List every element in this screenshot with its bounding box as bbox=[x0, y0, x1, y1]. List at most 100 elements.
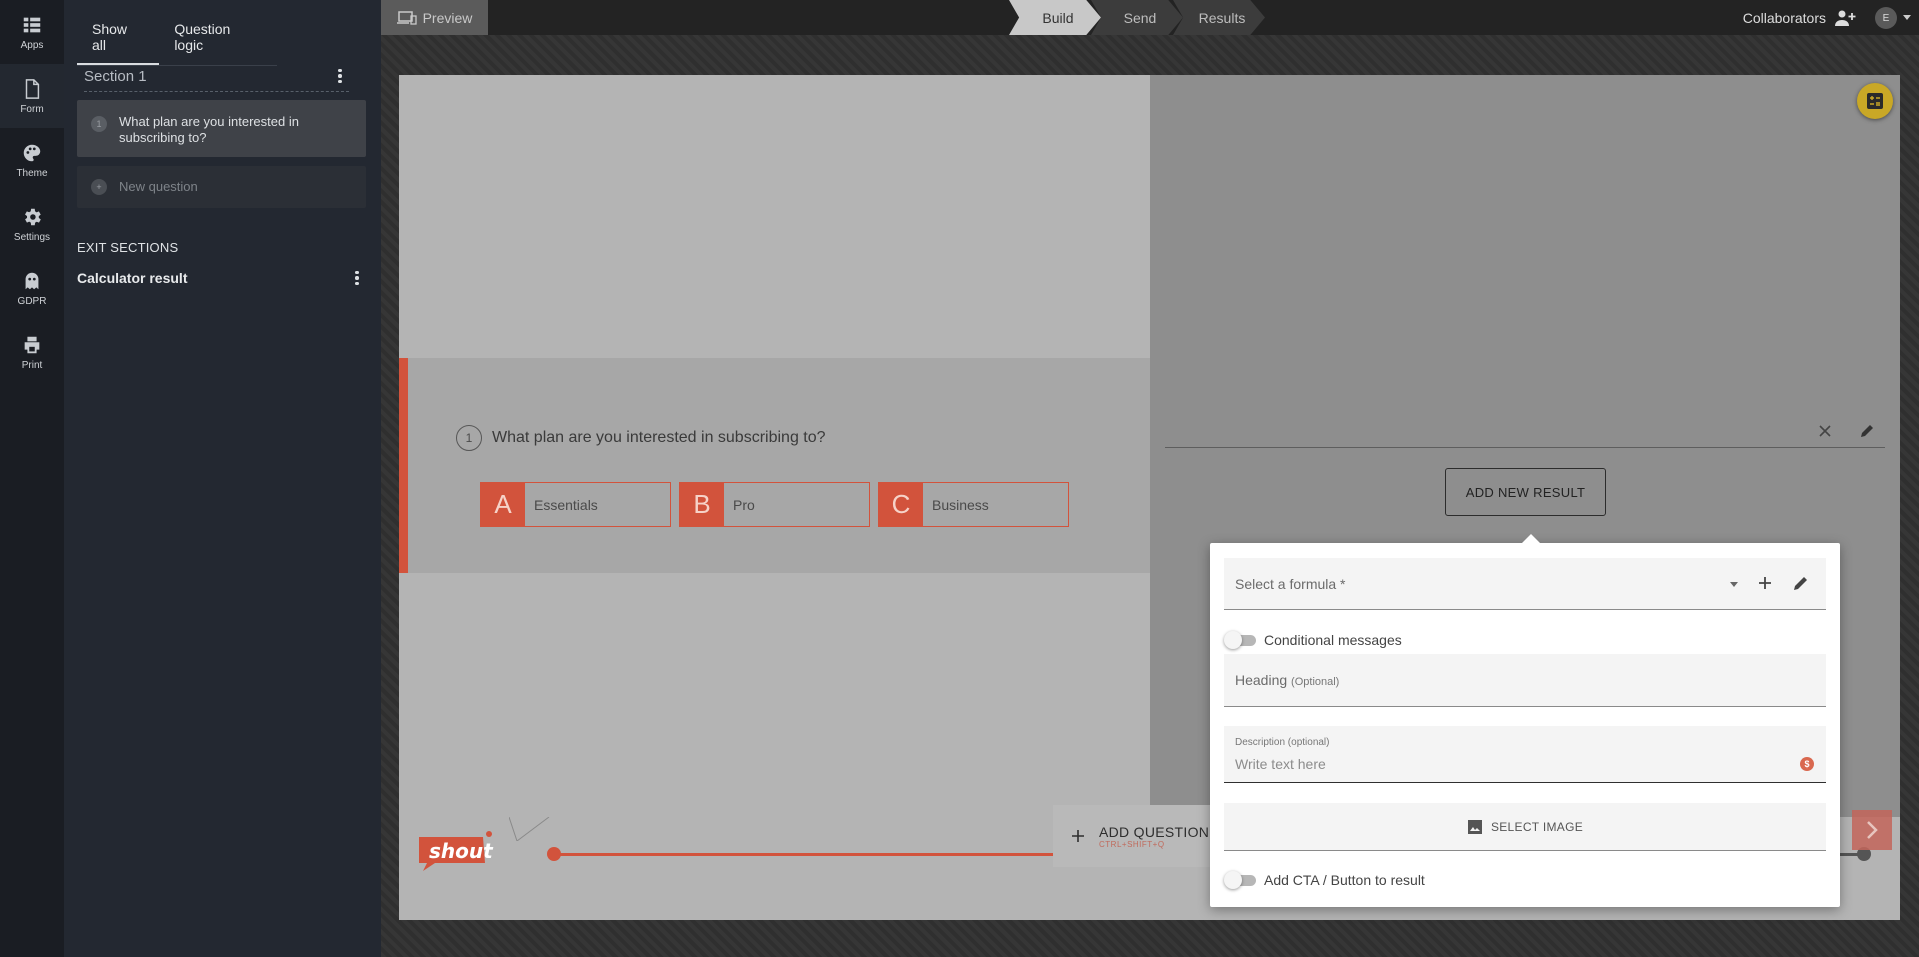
close-icon[interactable] bbox=[1817, 423, 1833, 439]
rail-item-gdpr[interactable]: GDPR bbox=[0, 256, 64, 320]
shout-logo: shout bbox=[413, 829, 497, 878]
heading-input[interactable]: Heading (Optional) bbox=[1224, 654, 1826, 707]
calculator-icon[interactable] bbox=[1857, 83, 1893, 119]
progress-start-dot bbox=[547, 847, 561, 861]
printer-icon bbox=[24, 336, 40, 353]
devices-icon bbox=[396, 10, 417, 25]
step-build[interactable]: Build bbox=[1009, 0, 1101, 35]
add-question-shortcut: CTRL+SHIFT+Q bbox=[1099, 839, 1165, 849]
question-list-item[interactable]: 1 What plan are you interested in subscr… bbox=[77, 100, 366, 157]
footer-notch bbox=[509, 817, 550, 841]
result-title-bar[interactable] bbox=[1165, 415, 1885, 448]
panel-tabs: Show all Question logic bbox=[77, 14, 277, 66]
user-avatar[interactable]: E bbox=[1875, 7, 1897, 29]
tab-show-all[interactable]: Show all bbox=[77, 14, 160, 65]
choice-letter: B bbox=[680, 483, 724, 526]
heading-optional: (Optional) bbox=[1291, 676, 1340, 688]
top-bar: Preview Build Send Results Collaborators… bbox=[381, 0, 1919, 35]
chevron-right-icon bbox=[1867, 821, 1878, 839]
description-placeholder: Write text here bbox=[1235, 756, 1326, 772]
collaborators-button[interactable]: Collaborators bbox=[1743, 0, 1857, 35]
rail-item-form[interactable]: Form bbox=[0, 64, 64, 128]
plus-circle-icon: + bbox=[91, 179, 107, 195]
choice-option[interactable]: A Essentials bbox=[480, 482, 671, 527]
result-editor-popover: Select a formula * Conditional messages … bbox=[1210, 534, 1840, 907]
question-number-badge: 1 bbox=[91, 116, 107, 132]
ghost-icon bbox=[25, 272, 39, 289]
question-number: 1 bbox=[456, 425, 482, 451]
rail-item-apps[interactable]: Apps bbox=[0, 0, 64, 64]
choice-label: Business bbox=[932, 496, 989, 513]
add-person-icon bbox=[1835, 10, 1856, 26]
tab-question-logic[interactable]: Question logic bbox=[159, 14, 277, 65]
canvas-bottom-area bbox=[399, 573, 1150, 817]
rail-label-gdpr: GDPR bbox=[17, 295, 47, 307]
rail-label-apps: Apps bbox=[20, 39, 44, 51]
formula-select[interactable]: Select a formula * bbox=[1224, 558, 1826, 610]
rail-label-settings: Settings bbox=[13, 231, 51, 243]
app-rail: Apps Form Theme Settings GDPR Print bbox=[0, 0, 64, 957]
image-icon bbox=[1467, 819, 1482, 834]
plus-icon[interactable] bbox=[1756, 574, 1774, 592]
pencil-icon[interactable] bbox=[1792, 574, 1810, 592]
rail-label-print: Print bbox=[21, 359, 43, 371]
rail-label-theme: Theme bbox=[16, 167, 48, 179]
section-menu-icon[interactable] bbox=[331, 66, 349, 86]
canvas-top-area bbox=[399, 75, 1150, 358]
formula-placeholder: Select a formula * bbox=[1235, 575, 1346, 592]
pencil-icon[interactable] bbox=[1859, 423, 1875, 439]
popover-arrow bbox=[1522, 534, 1540, 543]
rail-item-settings[interactable]: Settings bbox=[0, 192, 64, 256]
gear-icon bbox=[25, 208, 41, 225]
add-question-label: ADD QUESTION bbox=[1099, 823, 1210, 840]
description-input[interactable]: Description (optional) Write text here $ bbox=[1224, 726, 1826, 783]
rail-item-print[interactable]: Print bbox=[0, 320, 64, 384]
chevron-down-icon[interactable] bbox=[1730, 582, 1738, 587]
dollar-variable-icon[interactable]: $ bbox=[1800, 757, 1814, 771]
exit-section-item[interactable]: Calculator result bbox=[77, 268, 366, 288]
choice-letter: C bbox=[879, 483, 923, 526]
question-list-text: What plan are you interested in subscrib… bbox=[119, 114, 299, 145]
plus-icon bbox=[1072, 830, 1084, 842]
new-question-button[interactable]: + New question bbox=[77, 166, 366, 208]
select-image-label: SELECT IMAGE bbox=[1490, 819, 1584, 834]
add-new-result-button[interactable]: ADD NEW RESULT bbox=[1445, 468, 1606, 516]
conditional-messages-row: Conditional messages bbox=[1224, 631, 1402, 649]
question-block[interactable]: 1 What plan are you interested in subscr… bbox=[399, 358, 1150, 573]
heading-label: Heading bbox=[1235, 672, 1288, 688]
choice-letter: A bbox=[481, 483, 525, 526]
palette-icon bbox=[23, 144, 41, 161]
question-title-row: 1 What plan are you interested in subscr… bbox=[456, 425, 826, 451]
section-header: Section 1 bbox=[84, 66, 349, 92]
choice-label: Essentials bbox=[534, 496, 598, 513]
next-arrow-button[interactable] bbox=[1852, 810, 1892, 850]
answer-choices: A Essentials B Pro C Business bbox=[480, 482, 1069, 527]
logo-text: shout bbox=[429, 839, 493, 863]
preview-button[interactable]: Preview bbox=[381, 0, 488, 35]
new-question-label: New question bbox=[119, 179, 198, 194]
workflow-steps: Build Send Results bbox=[1009, 0, 1265, 35]
step-results[interactable]: Results bbox=[1173, 0, 1265, 35]
rail-item-theme[interactable]: Theme bbox=[0, 128, 64, 192]
conditional-messages-label: Conditional messages bbox=[1264, 632, 1402, 648]
choice-label: Pro bbox=[733, 496, 755, 513]
step-send[interactable]: Send bbox=[1091, 0, 1183, 35]
question-title[interactable]: What plan are you interested in subscrib… bbox=[492, 429, 826, 447]
add-cta-toggle[interactable] bbox=[1224, 871, 1256, 889]
choice-option[interactable]: B Pro bbox=[679, 482, 870, 527]
exit-section-menu-icon[interactable] bbox=[348, 268, 366, 288]
apps-grid-icon bbox=[23, 17, 41, 32]
preview-label: Preview bbox=[422, 9, 473, 26]
add-cta-label: Add CTA / Button to result bbox=[1264, 872, 1425, 888]
rail-label-form: Form bbox=[20, 103, 44, 115]
select-image-button[interactable]: SELECT IMAGE bbox=[1224, 803, 1826, 851]
exit-sections-heading: EXIT SECTIONS bbox=[77, 240, 179, 255]
section-title[interactable]: Section 1 bbox=[84, 68, 147, 85]
choice-option[interactable]: C Business bbox=[878, 482, 1069, 527]
conditional-messages-toggle[interactable] bbox=[1224, 631, 1256, 649]
collaborators-label: Collaborators bbox=[1742, 9, 1826, 26]
description-label: Description (optional) bbox=[1235, 737, 1330, 748]
chevron-down-icon[interactable] bbox=[1903, 15, 1911, 20]
form-document-icon bbox=[25, 78, 40, 99]
add-cta-toggle-row-main: Add CTA / Button to result bbox=[1224, 871, 1425, 889]
